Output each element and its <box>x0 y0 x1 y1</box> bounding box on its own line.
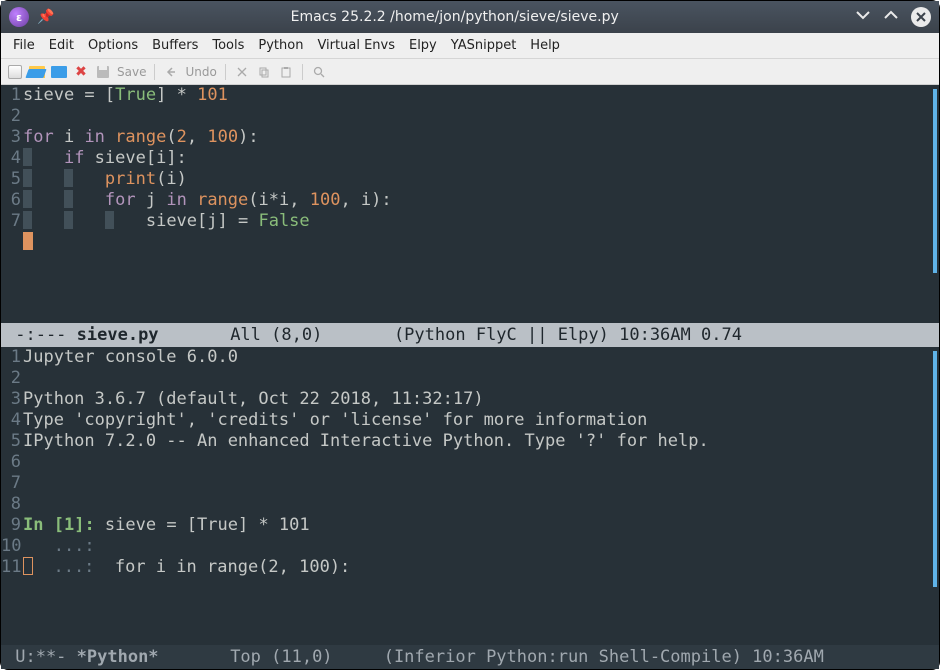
paste-icon[interactable] <box>278 64 294 80</box>
modeline-status: -:--- <box>5 323 77 347</box>
code-line[interactable]: Jupyter console 6.0.0 <box>23 347 939 368</box>
line-number-gutter: 1234567 <box>1 85 23 323</box>
modeline-status: U:**- <box>5 645 77 669</box>
maximize-button[interactable] <box>883 7 899 27</box>
code-line[interactable]: ...: <box>23 536 939 557</box>
code-line[interactable] <box>23 452 939 473</box>
repl-output[interactable]: Jupyter console 6.0.0 Python 3.6.7 (defau… <box>23 347 939 645</box>
close-icon[interactable]: ✖ <box>73 64 89 80</box>
menu-python[interactable]: Python <box>252 36 309 55</box>
code-line[interactable] <box>23 473 939 494</box>
code-line[interactable] <box>23 368 939 389</box>
code-line[interactable] <box>23 494 939 515</box>
menu-elpy[interactable]: Elpy <box>403 36 443 55</box>
toolbar: ✖ Save Undo <box>1 59 939 85</box>
menu-tools[interactable]: Tools <box>206 36 250 55</box>
menu-help[interactable]: Help <box>524 36 566 55</box>
menu-yasnippet[interactable]: YASnippet <box>445 36 523 55</box>
folder-icon[interactable] <box>51 64 67 80</box>
code-line[interactable] <box>23 232 939 253</box>
code-line[interactable]: print(i) <box>23 169 939 190</box>
code-line[interactable]: In [1]: sieve = [True] * 101 <box>23 515 939 536</box>
cursor <box>23 557 33 575</box>
modeline-upper: -:--- sieve.py All (8,0) (Python FlyC ||… <box>1 323 939 347</box>
window-titlebar: ε 📌 Emacs 25.2.2 /home/jon/python/sieve/… <box>1 1 939 33</box>
window-title: Emacs 25.2.2 /home/jon/python/sieve/siev… <box>54 9 855 25</box>
editor-area: 1234567 sieve = [True] * 101 for i in ran… <box>1 85 939 669</box>
modeline-buffer-name: sieve.py <box>77 323 159 347</box>
copy-icon[interactable] <box>256 64 272 80</box>
source-pane[interactable]: 1234567 sieve = [True] * 101 for i in ran… <box>1 85 939 347</box>
menu-edit[interactable]: Edit <box>43 36 80 55</box>
code-line[interactable]: if sieve[i]: <box>23 148 939 169</box>
source-code[interactable]: sieve = [True] * 101 for i in range(2, 10… <box>23 85 939 323</box>
minimize-button[interactable] <box>855 7 871 27</box>
undo-icon[interactable] <box>163 64 179 80</box>
menu-virtual-envs[interactable]: Virtual Envs <box>311 36 401 55</box>
modeline-lower: U:**- *Python* Top (11,0) (Inferior Pyth… <box>1 645 939 669</box>
open-file-icon[interactable] <box>29 64 45 80</box>
modeline-info: Top (11,0) (Inferior Python:run Shell-Co… <box>159 645 824 669</box>
code-line[interactable]: Type 'copyright', 'credits' or 'license'… <box>23 410 939 431</box>
search-icon[interactable] <box>311 64 327 80</box>
pin-icon[interactable]: 📌 <box>37 9 54 25</box>
menu-options[interactable]: Options <box>82 36 144 55</box>
menu-bar: FileEditOptionsBuffersToolsPythonVirtual… <box>1 33 939 59</box>
code-line[interactable]: ...: for i in range(2, 100): <box>23 557 939 578</box>
cut-icon[interactable] <box>234 64 250 80</box>
code-line[interactable]: for j in range(i*i, 100, i): <box>23 190 939 211</box>
code-line[interactable]: for i in range(2, 100): <box>23 127 939 148</box>
modeline-info: All (8,0) (Python FlyC || Elpy) 10:36AM … <box>159 323 742 347</box>
save-label[interactable]: Save <box>117 65 146 79</box>
app-icon: ε <box>9 7 29 27</box>
code-line[interactable]: sieve = [True] * 101 <box>23 85 939 106</box>
code-line[interactable]: sieve[j] = False <box>23 211 939 232</box>
code-line[interactable]: IPython 7.2.0 -- An enhanced Interactive… <box>23 431 939 452</box>
code-line[interactable]: Python 3.6.7 (default, Oct 22 2018, 11:3… <box>23 389 939 410</box>
menu-file[interactable]: File <box>7 36 41 55</box>
save-icon[interactable] <box>95 64 111 80</box>
close-button[interactable] <box>911 7 931 27</box>
menu-buffers[interactable]: Buffers <box>146 36 204 55</box>
undo-label[interactable]: Undo <box>185 65 216 79</box>
line-number-gutter: 1234567891011 <box>1 347 23 645</box>
code-line[interactable] <box>23 106 939 127</box>
cursor <box>23 232 33 250</box>
modeline-buffer-name: *Python* <box>77 645 159 669</box>
new-file-icon[interactable] <box>7 64 23 80</box>
repl-pane[interactable]: 1234567891011 Jupyter console 6.0.0 Pytho… <box>1 347 939 669</box>
